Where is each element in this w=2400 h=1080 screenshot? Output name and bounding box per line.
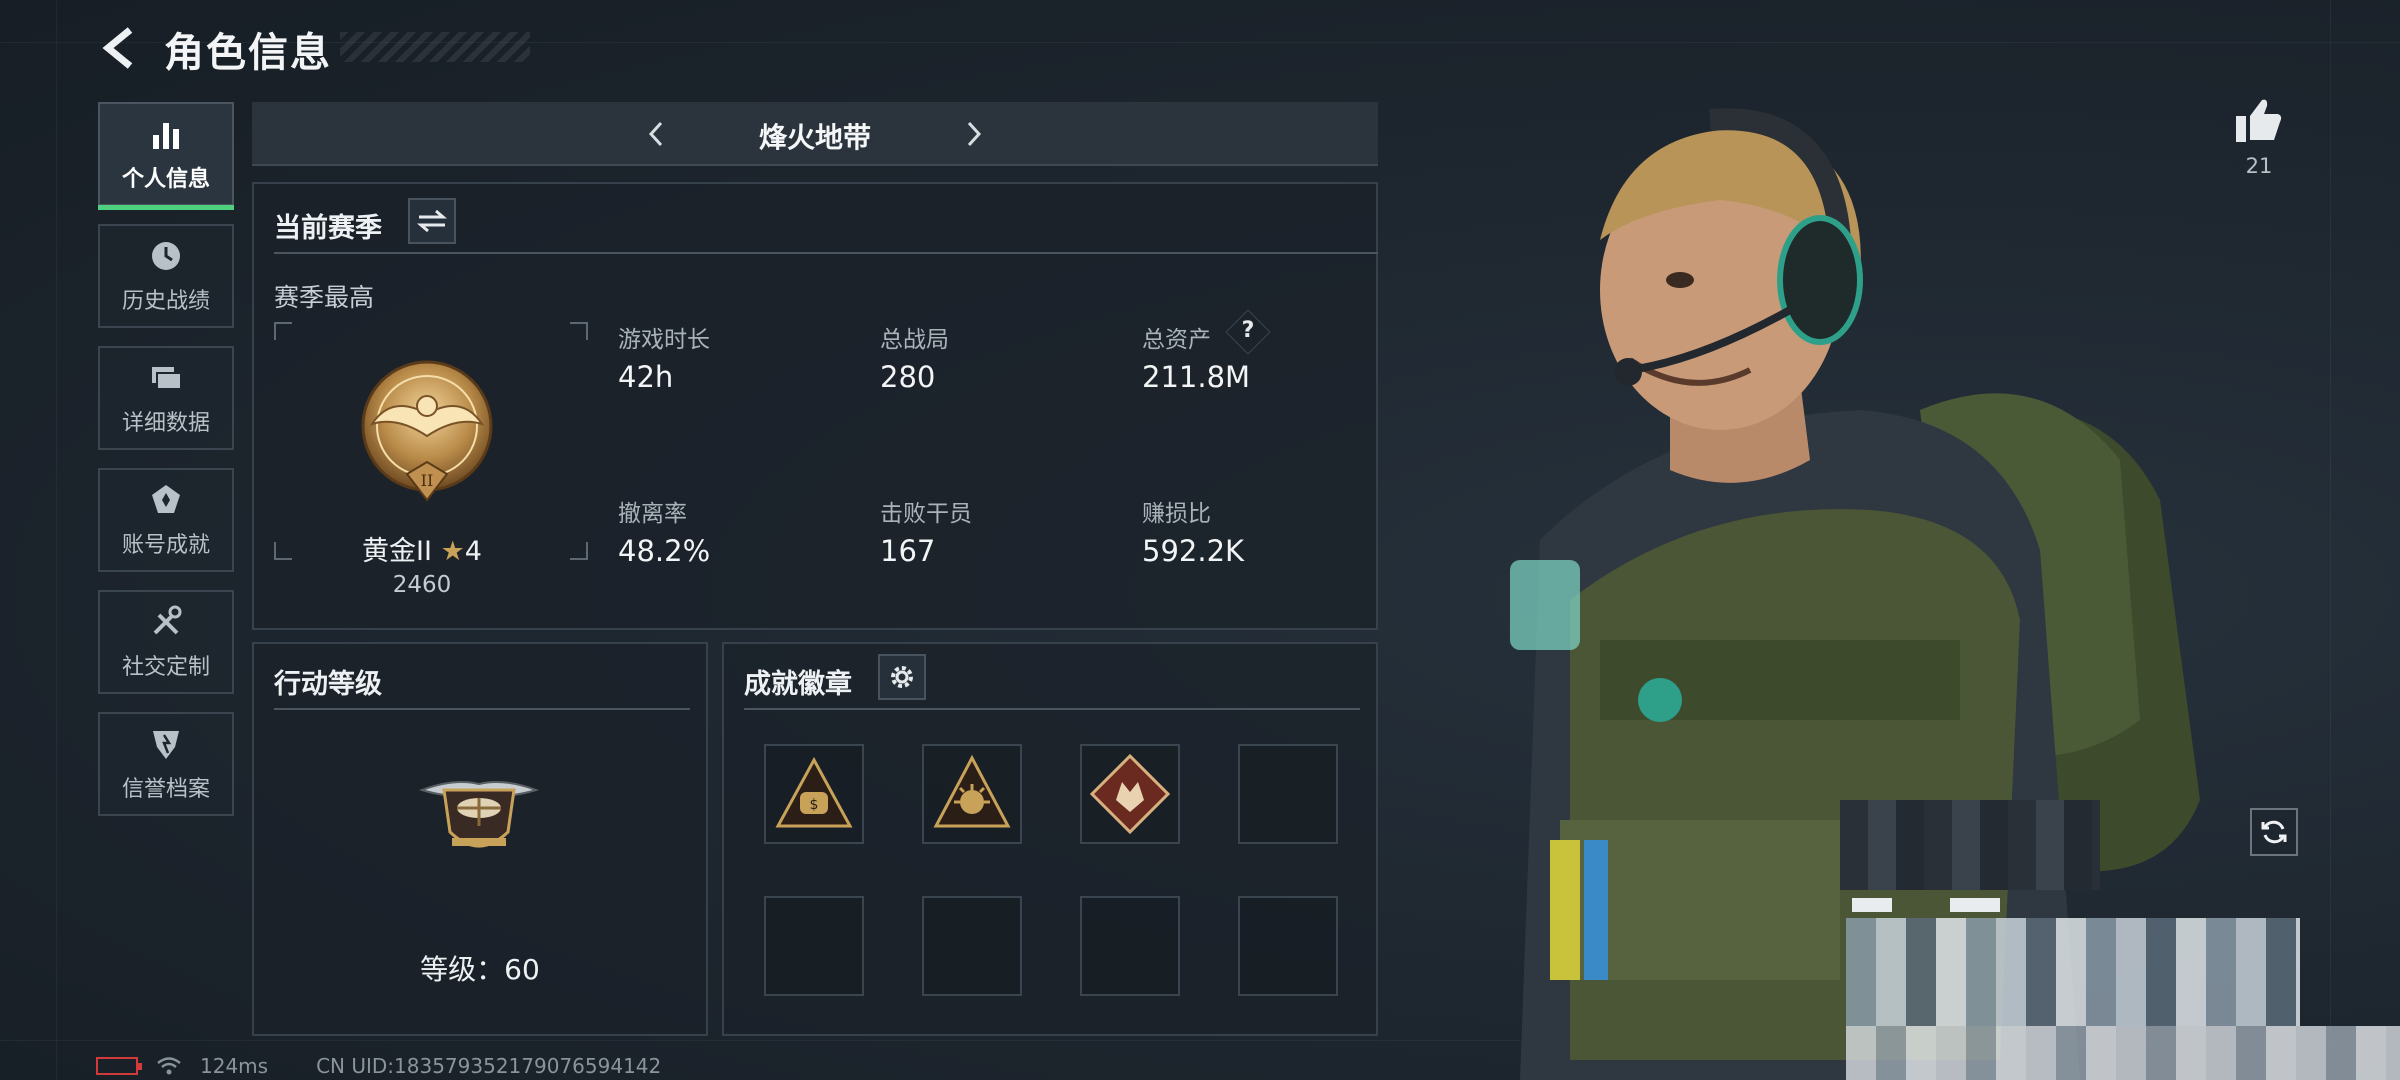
folder-icon: [152, 367, 182, 390]
badge-slot[interactable]: [1080, 744, 1180, 844]
wifi-icon: [157, 1057, 181, 1075]
divider: [274, 708, 690, 710]
svg-text:$: $: [810, 797, 819, 813]
sidebar-item-label: 历史战绩: [121, 289, 210, 314]
rank-line: 黄金II ★4: [254, 529, 590, 568]
badge-slot-empty[interactable]: [922, 896, 1022, 996]
status-bar: 124ms CN UID:1835793521790765941​42: [96, 1052, 661, 1080]
gear-icon: [891, 666, 913, 688]
back-arrow-icon: [102, 27, 133, 69]
svg-text:II: II: [421, 471, 434, 490]
gold-rank-emblem-icon: II: [361, 360, 493, 502]
mosaic-overlay: [1950, 898, 2000, 912]
stat-label-extract-rate: 撤离率: [618, 501, 687, 527]
medal-icon: [152, 485, 180, 513]
stat-label-total-assets: 总资产: [1142, 327, 1211, 353]
sidebar-item-personal-info[interactable]: 个人信息: [98, 102, 234, 210]
sidebar-item-label: 信誉档案: [121, 777, 210, 802]
map-name: 烽火地带: [758, 121, 871, 154]
page-title: 角色信息: [164, 30, 332, 76]
action-level-emblem-icon: [418, 781, 540, 848]
triangle-money-badge-icon: $: [775, 756, 853, 828]
stat-value-total-matches: 280: [880, 360, 936, 394]
frame-corner: [570, 322, 588, 340]
sidebar-item-reputation[interactable]: 信誉档案: [98, 712, 234, 816]
divider: [274, 252, 1378, 254]
frame-corner: [274, 322, 292, 340]
action-level-text: 等级：60: [420, 953, 540, 986]
map-selector: 烽火地带: [252, 102, 1378, 166]
sidebar-item-label: 详细数据: [121, 411, 210, 436]
ping-value: 124ms: [200, 1054, 269, 1078]
map-next-button[interactable]: [952, 112, 996, 156]
swap-icon: [417, 209, 447, 233]
achievements-title: 成就徽章: [744, 669, 852, 700]
achievements-panel: 成就徽章 $: [722, 642, 1378, 1036]
badge-slot[interactable]: $: [764, 744, 864, 844]
rotate-model-button[interactable]: [2250, 808, 2298, 856]
sidebar-item-label: 社交定制: [121, 655, 210, 680]
bg-grid-line: [2330, 0, 2331, 1080]
stat-value-playtime: 42h: [618, 360, 674, 394]
badge-slot-empty[interactable]: [1080, 896, 1180, 996]
mosaic-overlay: [1846, 1026, 2400, 1080]
thumbs-up-icon: [2236, 99, 2282, 142]
stat-value-profit-loss-ratio: 592.2K: [1142, 534, 1245, 568]
sidebar-item-achievements[interactable]: 账号成就: [98, 468, 234, 572]
diamond-wolf-badge-icon: [1089, 753, 1171, 835]
stat-value-total-assets: 211.8M: [1142, 360, 1251, 394]
clock-icon: [152, 242, 180, 270]
refresh-icon: [2261, 820, 2287, 844]
stat-label-profit-loss-ratio: 赚损比: [1142, 501, 1211, 527]
action-level-title: 行动等级: [274, 669, 382, 700]
stat-label-operators-defeated: 击败干员: [880, 501, 972, 527]
sidebar-item-social-custom[interactable]: 社交定制: [98, 590, 234, 694]
stat-value-operators-defeated: 167: [880, 534, 936, 568]
mosaic-overlay: [1846, 918, 2300, 1026]
action-level-panel: 行动等级 等级：60: [252, 642, 708, 1036]
mosaic-overlay: [1852, 898, 1892, 912]
sidebar-item-match-history[interactable]: 历史战绩: [98, 224, 234, 328]
switch-season-button[interactable]: [408, 198, 456, 244]
shield-icon: [153, 731, 179, 759]
triangle-sun-badge-icon: [933, 754, 1011, 828]
bg-grid-line: [56, 0, 57, 1080]
title-decoration: [340, 32, 530, 62]
rank-score: 2460: [392, 572, 452, 598]
badge-slot-empty[interactable]: [764, 896, 864, 996]
rank-stars: 4: [464, 536, 482, 567]
sidebar-item-detailed-data[interactable]: 详细数据: [98, 346, 234, 450]
like-count: 21: [2245, 154, 2273, 178]
divider: [744, 708, 1360, 710]
season-title: 当前赛季: [274, 213, 382, 244]
sidebar-item-label: 个人信息: [121, 167, 210, 192]
badge-slot-empty[interactable]: [1238, 896, 1338, 996]
battery-icon: [96, 1057, 142, 1075]
badge-slot-empty[interactable]: [1238, 744, 1338, 844]
like-button[interactable]: 21: [2226, 96, 2292, 178]
back-button[interactable]: [96, 22, 144, 74]
chevron-right-icon: [967, 121, 982, 147]
mosaic-overlay: [1840, 800, 2100, 890]
stat-label-total-matches: 总战局: [880, 327, 949, 353]
season-panel: 当前赛季 赛季最高 II 黄金II ★4 2460 游戏时长 42h 总战局 2…: [252, 182, 1378, 630]
season-best-label: 赛季最高: [274, 283, 375, 312]
help-button[interactable]: [1225, 309, 1271, 355]
rank-name: 黄金II: [362, 536, 432, 567]
stat-value-extract-rate: 48.2%: [618, 534, 711, 568]
user-uid: CN UID:1835793521790765941​42: [316, 1054, 662, 1078]
achievement-settings-button[interactable]: [878, 654, 926, 700]
sidebar-item-label: 账号成就: [121, 533, 210, 558]
tools-icon: [153, 605, 182, 635]
stat-label-playtime: 游戏时长: [618, 327, 710, 353]
star-icon: ★: [440, 536, 465, 567]
bar-chart-icon: [153, 123, 179, 149]
badge-slot[interactable]: [922, 744, 1022, 844]
